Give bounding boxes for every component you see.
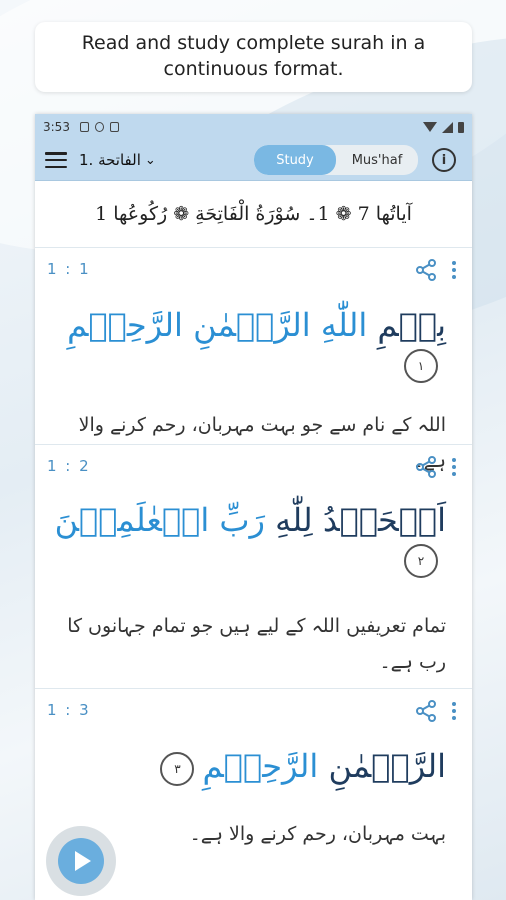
mushaf-tab[interactable]: Mus'haf xyxy=(336,145,418,175)
ayah-arabic: اَلۡحَمۡدُ لِلّٰهِ رَبِّ الۡعٰلَمِیۡنَ ٢ xyxy=(35,445,472,578)
chevron-down-icon: ⌄ xyxy=(144,152,156,168)
ayah-card: 1 : 1 بِسۡمِ اللّٰهِ الرَّحۡمٰنِ الرَّحِ… xyxy=(35,248,472,472)
status-time: 3:53 xyxy=(43,120,70,134)
ayah-arabic-text: بِسۡمِ xyxy=(367,306,446,344)
ayah-reference: 1 : 3 xyxy=(47,701,91,719)
more-vertical-icon[interactable] xyxy=(452,702,456,720)
ayah-arabic-highlight: رَبِّ الۡعٰلَمِیۡنَ xyxy=(54,501,265,539)
more-vertical-icon[interactable] xyxy=(452,261,456,279)
phone-screen: 3:53 الفاتحة .1 ⌄ Study Mus'haf i آیاتُه… xyxy=(35,114,472,900)
feature-banner: Read and study complete surah in a conti… xyxy=(35,22,472,92)
app-bar: الفاتحة .1 ⌄ Study Mus'haf i xyxy=(35,140,472,181)
status-bar: 3:53 xyxy=(35,114,472,140)
play-icon xyxy=(58,838,104,884)
ayah-card: 1 : 2 اَلۡحَمۡدُ لِلّٰهِ رَبِّ الۡعٰلَمِ… xyxy=(35,445,472,689)
hamburger-icon[interactable] xyxy=(45,152,67,168)
ayah-arabic-text: الرَّحۡمٰنِ xyxy=(318,747,446,785)
ayah-number-marker: ٣ xyxy=(160,751,195,786)
ayah-number-marker: ٢ xyxy=(404,543,438,578)
ayah-arabic-text: اَلۡحَمۡدُ لِلّٰهِ xyxy=(265,501,446,539)
share-icon[interactable] xyxy=(414,258,438,282)
sim-icon xyxy=(109,122,119,132)
ayah-arabic-highlight: الرَّحِیۡمِ xyxy=(202,747,319,785)
wifi-icon xyxy=(423,122,437,132)
info-icon[interactable]: i xyxy=(432,148,456,172)
surah-header: آیاتُها 7 ❁ 1۔ سُوْرَةُ الْفَاتِحَةِ ❁ ر… xyxy=(35,181,472,248)
surah-label: الفاتحة .1 xyxy=(79,151,141,169)
share-icon[interactable] xyxy=(414,455,438,479)
share-icon[interactable] xyxy=(414,699,438,723)
ayah-reference: 1 : 2 xyxy=(47,457,91,475)
battery-icon xyxy=(458,121,464,133)
ayah-reference: 1 : 1 xyxy=(47,260,91,278)
feature-banner-text: Read and study complete surah in a conti… xyxy=(81,32,426,80)
ayah-arabic: بِسۡمِ اللّٰهِ الرَّحۡمٰنِ الرَّحِیۡمِ ١ xyxy=(35,248,472,383)
ayah-translation: تمام تعریفیں اللہ کے لیے ہیں جو تمام جہا… xyxy=(67,614,446,673)
mode-toggle: Study Mus'haf xyxy=(254,145,418,175)
ayah-number-marker: ١ xyxy=(404,348,438,383)
signal-icon xyxy=(442,121,453,133)
notification-icon xyxy=(79,122,89,132)
ayah-arabic: الرَّحۡمٰنِ الرَّحِیۡمِ٣ xyxy=(35,689,472,786)
play-button[interactable] xyxy=(46,826,116,896)
ayah-arabic-highlight: اللّٰهِ الرَّحۡمٰنِ الرَّحِیۡمِ xyxy=(67,306,368,344)
more-vertical-icon[interactable] xyxy=(452,458,456,476)
study-tab[interactable]: Study xyxy=(254,145,336,175)
app-notification-icon xyxy=(94,122,104,132)
surah-selector[interactable]: الفاتحة .1 ⌄ xyxy=(79,151,156,169)
